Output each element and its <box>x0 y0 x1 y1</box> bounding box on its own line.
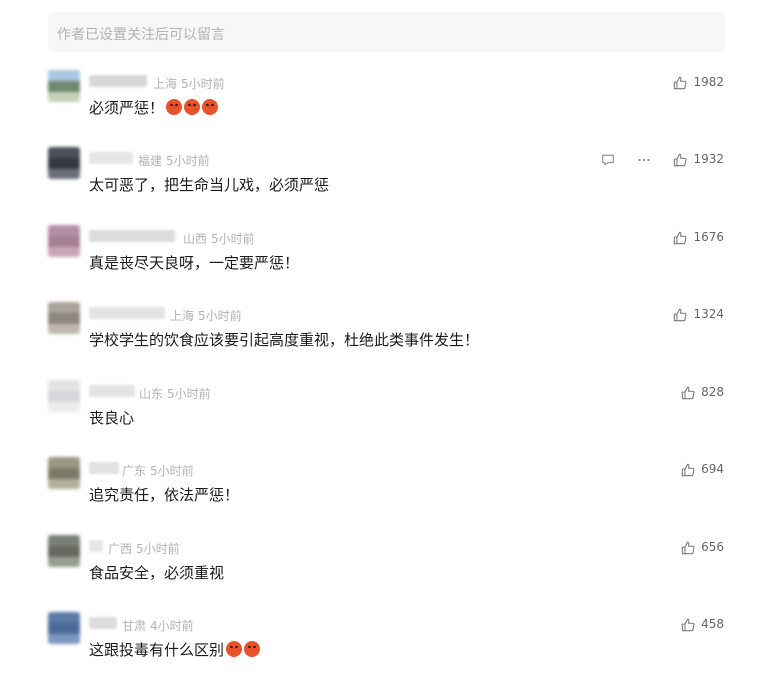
comment-input-placeholder: 作者已设置关注后可以留言 <box>57 27 225 43</box>
chat-bubble-icon[interactable] <box>601 152 615 166</box>
thumbs-up-icon[interactable] <box>681 385 695 400</box>
comment-meta: 上海 5小时前 <box>153 75 225 92</box>
nickname[interactable] <box>89 617 117 629</box>
nickname[interactable] <box>89 230 175 242</box>
comment-item: 山西 5小时前真是丧尽天良呀，一定要严惩！ 1676 <box>0 217 774 287</box>
comment-meta: 山东 5小时前 <box>139 385 211 402</box>
comment-text-body: 必须严惩！ <box>89 99 165 117</box>
comment-meta: 山西 5小时前 <box>183 230 255 247</box>
comment-region: 广西 <box>108 542 133 556</box>
comment-actions: 828 <box>681 385 724 400</box>
comment-region: 福建 <box>138 154 163 168</box>
thumbs-up-icon[interactable] <box>673 230 687 245</box>
comment-actions: 1324 <box>673 307 724 322</box>
comment-page: 作者已设置关注后可以留言 上海 5小时前 必须严惩！ 1982 福建 5小时前 太可恶了，把… <box>0 0 774 682</box>
thumbs-up-icon[interactable] <box>673 152 687 167</box>
nickname[interactable] <box>89 152 133 164</box>
angry-face-emoji-icon <box>202 99 219 115</box>
angry-face-emoji-icon <box>184 99 201 115</box>
angry-face-emoji-icon <box>226 641 243 657</box>
nickname[interactable] <box>89 462 119 474</box>
comment-text: 真是丧尽天良呀，一定要严惩！ <box>89 253 299 273</box>
comment-text: 食品安全，必须重视 <box>89 563 224 583</box>
thumbs-up-icon[interactable] <box>673 75 687 90</box>
comment-item: 广东 5小时前追究责任，依法严惩！ 694 <box>0 449 774 519</box>
comment-text: 丧良心 <box>89 408 134 428</box>
comment-input[interactable]: 作者已设置关注后可以留言 <box>48 12 725 52</box>
comment-text: 必须严惩！ <box>89 98 219 118</box>
comment-time: 5小时前 <box>198 309 242 323</box>
comment-actions: 656 <box>681 540 724 555</box>
comment-time: 5小时前 <box>166 154 210 168</box>
like-count: 694 <box>701 462 724 476</box>
nickname[interactable] <box>89 385 135 397</box>
like-count: 1676 <box>693 230 724 244</box>
comment-text-body: 食品安全，必须重视 <box>89 564 225 582</box>
like-count: 458 <box>701 617 724 631</box>
comment-region: 上海 <box>153 77 178 91</box>
like-count: 1982 <box>693 75 724 89</box>
comment-item: 上海 5小时前必须严惩！ 1982 <box>0 62 774 132</box>
nickname[interactable] <box>89 540 103 552</box>
avatar[interactable] <box>48 380 80 412</box>
avatar[interactable] <box>48 302 80 334</box>
comment-text: 这跟投毒有什么区别 <box>89 640 261 660</box>
comment-actions: 1676 <box>673 230 724 245</box>
comment-time: 5小时前 <box>150 464 194 478</box>
comment-text: 追究责任，依法严惩！ <box>89 485 239 505</box>
comment-time: 5小时前 <box>136 542 180 556</box>
more-dots-icon[interactable] <box>637 152 651 166</box>
nickname[interactable] <box>89 307 165 319</box>
comment-text-body: 太可恶了，把生命当儿戏，必须严惩 <box>89 176 330 194</box>
like-count: 1932 <box>693 152 724 166</box>
comment-actions: 458 <box>681 617 724 632</box>
comment-text-body: 学校学生的饮食应该要引起高度重视，杜绝此类事件发生！ <box>89 331 480 349</box>
angry-face-emoji-icon <box>166 99 183 115</box>
comment-actions: 1932 <box>601 152 724 167</box>
comment-text: 太可恶了，把生命当儿戏，必须严惩 <box>89 175 329 195</box>
comment-region: 山东 <box>139 387 164 401</box>
nickname[interactable] <box>89 75 147 87</box>
comment-region: 上海 <box>170 309 195 323</box>
comment-item: 福建 5小时前太可恶了，把生命当儿戏，必须严惩 1932 <box>0 139 774 209</box>
comment-text-body: 追究责任，依法严惩！ <box>89 486 240 504</box>
thumbs-up-icon[interactable] <box>681 462 695 477</box>
thumbs-up-icon[interactable] <box>673 307 687 322</box>
comment-item: 山东 5小时前 丧良心 828 <box>0 372 774 442</box>
comment-actions: 694 <box>681 462 724 477</box>
comment-time: 5小时前 <box>211 232 255 246</box>
avatar[interactable] <box>48 457 80 489</box>
comment-region: 山西 <box>183 232 208 246</box>
comment-meta: 上海 5小时前 <box>170 307 242 324</box>
avatar[interactable] <box>48 612 80 644</box>
comment-time: 5小时前 <box>167 387 211 401</box>
thumbs-up-icon[interactable] <box>681 540 695 555</box>
comment-text: 学校学生的饮食应该要引起高度重视，杜绝此类事件发生！ <box>89 330 479 350</box>
comment-text-body: 丧良心 <box>89 409 135 427</box>
comment-item: 甘肃 4小时前这跟投毒有什么区别 458 <box>0 604 774 674</box>
thumbs-up-icon[interactable] <box>681 617 695 632</box>
angry-face-emoji-icon <box>244 641 261 657</box>
avatar[interactable] <box>48 225 80 257</box>
comment-time: 5小时前 <box>181 77 225 91</box>
comment-region: 甘肃 <box>122 619 147 633</box>
comment-item: 广西 5小时前食品安全，必须重视 656 <box>0 527 774 597</box>
avatar[interactable] <box>48 147 80 179</box>
like-count: 828 <box>701 385 724 399</box>
avatar[interactable] <box>48 535 80 567</box>
comment-item: 上海 5小时前学校学生的饮食应该要引起高度重视，杜绝此类事件发生！ 1324 <box>0 294 774 364</box>
avatar[interactable] <box>48 70 80 102</box>
comment-region: 广东 <box>122 464 147 478</box>
like-count: 656 <box>701 540 724 554</box>
comment-text-body: 这跟投毒有什么区别 <box>89 641 225 659</box>
comment-meta: 福建 5小时前 <box>138 152 210 169</box>
comment-text-body: 真是丧尽天良呀，一定要严惩！ <box>89 254 300 272</box>
like-count: 1324 <box>693 307 724 321</box>
comment-meta: 广东 5小时前 <box>122 462 194 479</box>
comment-actions: 1982 <box>673 75 724 90</box>
comment-meta: 广西 5小时前 <box>108 540 180 557</box>
comment-time: 4小时前 <box>150 619 194 633</box>
comment-meta: 甘肃 4小时前 <box>122 617 194 634</box>
